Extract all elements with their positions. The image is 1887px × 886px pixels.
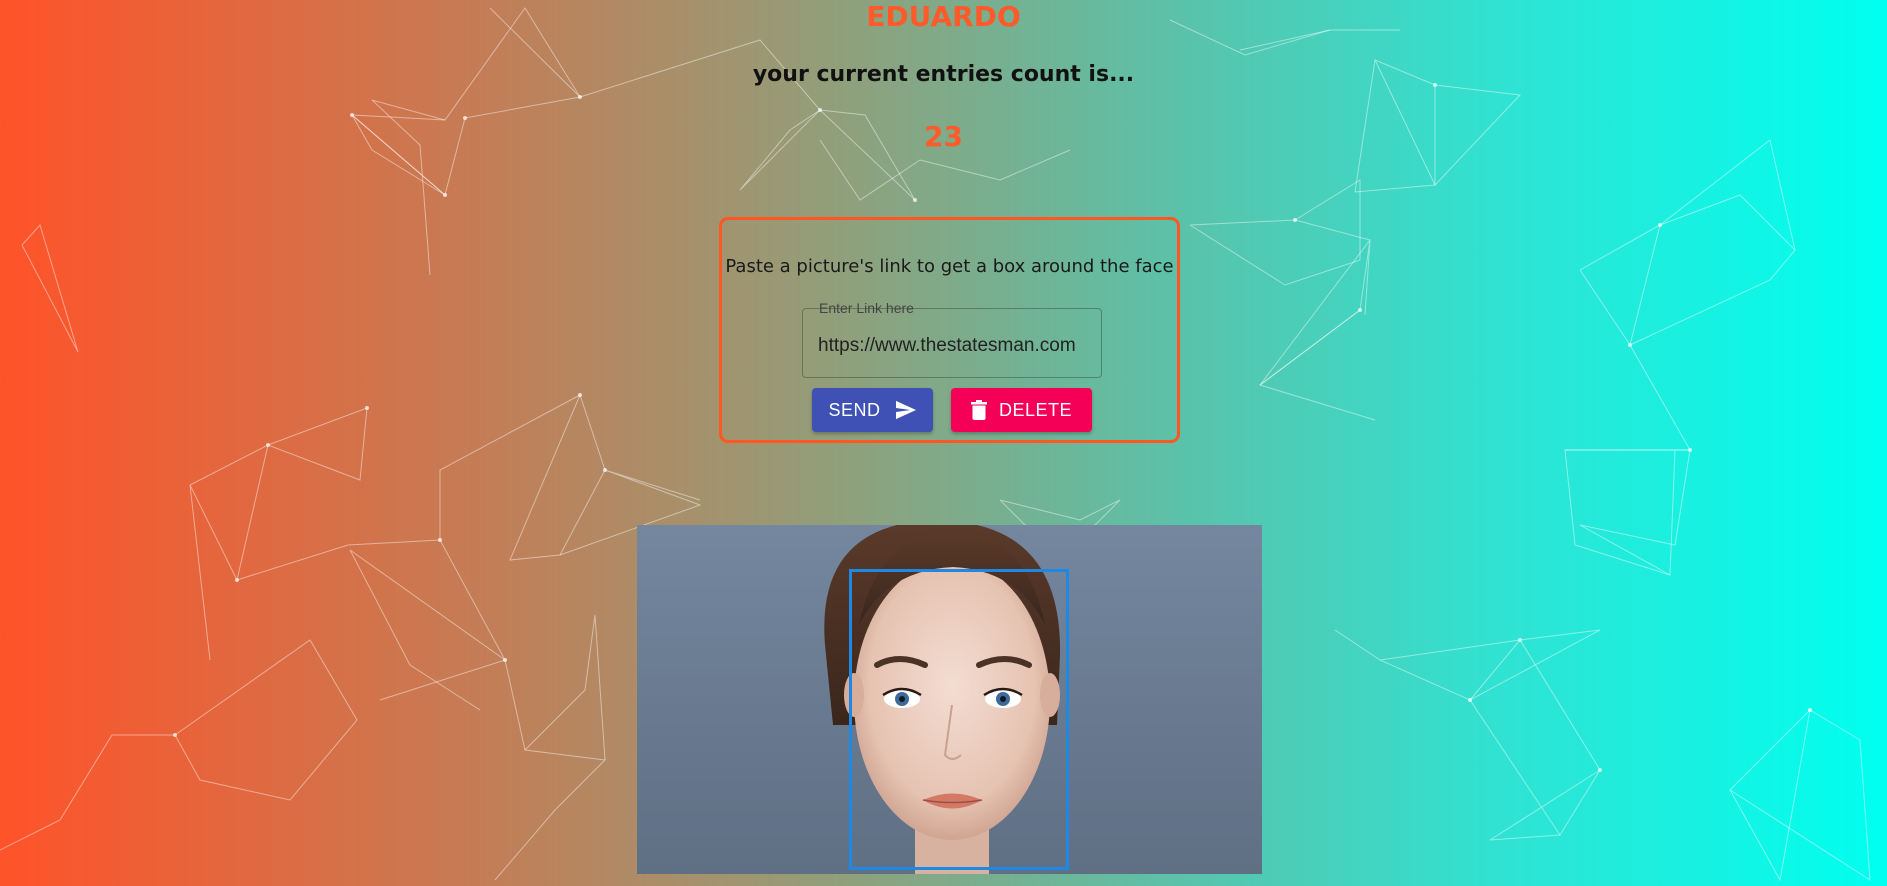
send-button-label: SEND <box>828 399 881 420</box>
send-icon <box>895 400 916 420</box>
link-field-label: Enter Link here <box>819 300 914 316</box>
link-input[interactable] <box>818 333 1088 359</box>
entries-count-value: 23 <box>924 120 963 153</box>
form-instructions: Paste a picture's link to get a box arou… <box>725 256 1174 277</box>
send-button[interactable]: SEND <box>812 388 933 432</box>
delete-button-label: DELETE <box>998 399 1073 420</box>
entries-count-label: your current entries count is... <box>752 62 1135 87</box>
link-field[interactable]: Enter Link here <box>802 300 1102 378</box>
user-name-heading: EDUARDO <box>866 0 1021 33</box>
face-bounding-box <box>849 569 1069 870</box>
trash-icon <box>970 400 987 420</box>
delete-button[interactable]: DELETE <box>951 388 1092 432</box>
image-link-form: Paste a picture's link to get a box arou… <box>719 217 1180 443</box>
